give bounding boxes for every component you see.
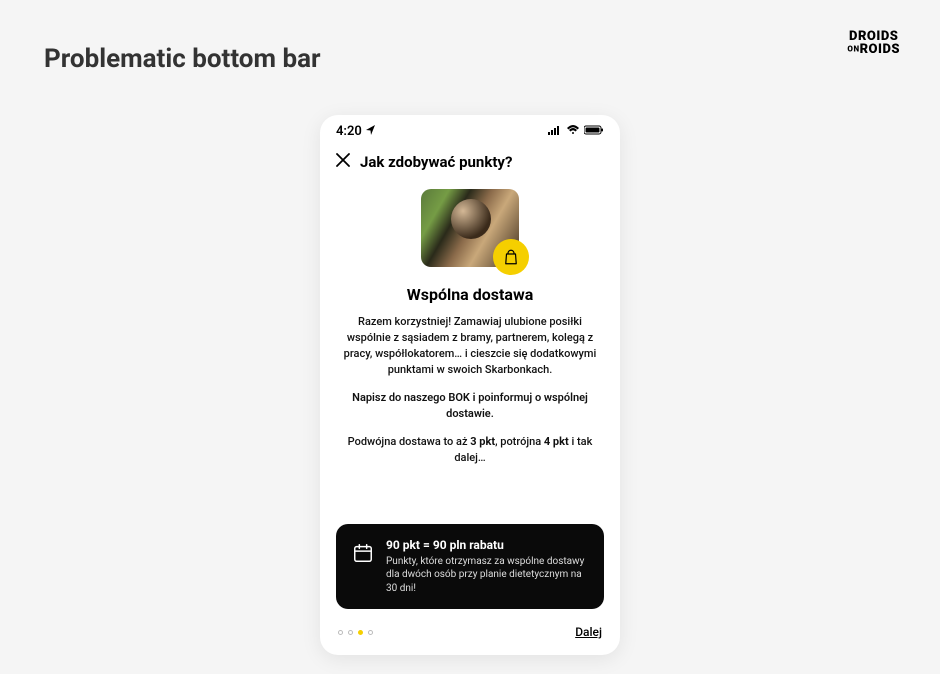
dot-2[interactable] [348,630,353,635]
card-text: Punkty, które otrzymasz za wspólne dosta… [386,555,588,596]
logo-on: ON [847,45,859,54]
dot-3[interactable] [358,630,363,635]
section-title: Wspólna dostawa [342,285,598,304]
signal-icon [548,124,562,139]
paragraph-3: Podwójna dostawa to aż 3 pkt, potrójna 4… [342,434,598,466]
wifi-icon [566,124,580,139]
p3-pts1: 3 pkt [470,435,495,448]
battery-icon [584,124,604,139]
page-header: Jak zdobywać punkty? [320,147,620,181]
next-button[interactable]: Dalej [575,625,602,639]
dot-1[interactable] [338,630,343,635]
p3-mid: , potrójna [495,435,544,448]
slide-title: Problematic bottom bar [44,44,321,74]
status-time: 4:20 [336,124,362,139]
dot-4[interactable] [368,630,373,635]
content-area: Wspólna dostawa Razem korzystniej! Zamaw… [320,181,620,510]
close-icon[interactable] [336,153,350,171]
p3-pts2: 4 pkt [544,435,569,448]
status-bar: 4:20 [320,115,620,147]
calendar-icon [352,542,374,568]
shopping-bag-icon [502,248,520,266]
paragraph-1: Razem korzystniej! Zamawiaj ulubione pos… [342,314,598,378]
logo-line2: ROIDS [860,42,900,57]
brand-logo: DROIDS ONROIDS [847,30,900,56]
shopping-bag-badge [493,239,529,275]
card-title: 90 pkt = 90 pln rabatu [386,538,588,552]
phone-mockup: 4:20 Jak zdobywać punkty? [320,115,620,655]
location-icon [366,124,376,139]
paragraph-2: Napisz do naszego BOK i poinformuj o wsp… [342,390,598,422]
footer-bar: Dalej [320,609,620,655]
p3-pre: Podwójna dostawa to aż [348,435,471,448]
page-title: Jak zdobywać punkty? [360,153,512,171]
hero-image-wrap [421,189,519,267]
page-indicator [338,630,373,635]
info-card: 90 pkt = 90 pln rabatu Punkty, które otr… [336,524,604,610]
